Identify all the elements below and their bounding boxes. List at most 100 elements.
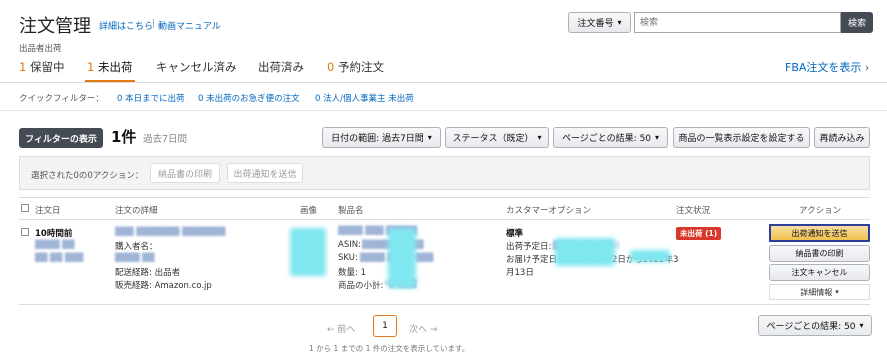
quick-filter-text: 本日までに出荷: [125, 94, 185, 104]
tab-unshipped[interactable]: 1 未出荷: [87, 59, 132, 75]
quick-filter-business[interactable]: 0 法人/個人事業主 未出荷: [315, 92, 414, 104]
more-details-button[interactable]: 詳細情報 ▾: [769, 284, 870, 300]
chevron-down-icon: ▾: [537, 133, 542, 142]
display-settings-button[interactable]: 商品の一覧表示設定を設定する: [673, 127, 810, 148]
details-link[interactable]: 詳細はこちら: [99, 19, 153, 32]
bottom-results-per-page-label: ページごとの結果: 50: [766, 322, 856, 332]
pagination-next[interactable]: 次へ →: [409, 322, 437, 335]
shipping-type: 標準: [506, 229, 524, 239]
sku-label: SKU:: [338, 253, 358, 263]
deliver-redaction: [630, 250, 670, 262]
more-details-label: 詳細情報: [800, 287, 833, 297]
results-per-page-select[interactable]: ページごとの結果: 50 ▾: [553, 127, 668, 148]
subtotal-label: 商品の小計:: [338, 281, 384, 291]
tab-preorder[interactable]: 0 予約注文: [327, 59, 384, 75]
cancel-order-button[interactable]: 注文キャンセル: [769, 264, 870, 281]
select-all-checkbox[interactable]: [21, 204, 29, 212]
search-input[interactable]: [634, 12, 841, 33]
header-image: 画像: [300, 206, 318, 216]
reload-button[interactable]: 再読み込み: [814, 127, 870, 148]
arrow-right-icon: →: [429, 325, 438, 335]
table-header-divider: [19, 197, 870, 198]
ship-service: 配送経路: 出品者: [115, 268, 181, 278]
product-image: [290, 228, 326, 276]
row-checkbox[interactable]: [21, 228, 29, 236]
date-range-label: 日付の範囲: 過去7日間: [331, 134, 424, 144]
search-type-select[interactable]: 注文番号 ▾: [568, 12, 631, 33]
tab-count: 1: [19, 60, 27, 74]
show-filter-button[interactable]: フィルターの表示: [19, 128, 103, 148]
prev-label: 前へ: [337, 325, 356, 335]
deliver-by-end: 月13日: [506, 268, 534, 278]
tab-pending[interactable]: 1 保留中: [19, 59, 64, 75]
chevron-down-icon: ▾: [655, 133, 660, 142]
header-product-name: 製品名: [338, 206, 364, 216]
order-date: 10時間前: [35, 229, 73, 239]
bottom-results-per-page-select[interactable]: ページごとの結果: 50 ▾: [758, 315, 872, 336]
tab-label: 未出荷: [97, 60, 133, 74]
tab-label: 出荷済み: [258, 60, 304, 74]
order-period: 過去7日間: [143, 134, 188, 145]
header-action: アクション: [799, 206, 842, 216]
pagination-prev[interactable]: ← 前へ: [327, 322, 355, 335]
bulk-action-label: 選択された0の0アクション：: [31, 171, 144, 181]
results-summary: 1 から 1 までの 1 件の注文を表示しています。: [309, 344, 470, 353]
tab-shipped[interactable]: 出荷済み: [258, 59, 304, 75]
results-per-page-label: ページごとの結果: 50: [561, 134, 652, 144]
bulk-action-bar: [19, 156, 870, 190]
header-customer-option: カスタマーオプション: [506, 206, 592, 216]
tab-cancelled[interactable]: キャンセル済み: [156, 59, 237, 75]
print-packing-slip-button[interactable]: 納品書の印刷: [769, 245, 870, 262]
quick-filter-divider: [0, 110, 887, 111]
order-count: 1件: [111, 128, 137, 146]
page-subtitle: 出品者出荷: [19, 44, 62, 54]
tab-label: 保留中: [29, 60, 65, 74]
ship-by-label: 出荷予定日:: [506, 242, 552, 252]
header-order-date: 注文日: [35, 206, 61, 216]
tabs-divider: [0, 82, 887, 83]
tab-label: キャンセル済み: [156, 60, 237, 74]
fba-orders-link[interactable]: FBA注文を表示 ›: [785, 59, 869, 75]
quick-filter-express[interactable]: 0 未出荷のお急ぎ便の注文: [198, 92, 300, 104]
order-date-detail: ████ ██: [35, 240, 75, 249]
arrow-left-icon: ←: [327, 325, 335, 335]
header-order-status: 注文状況: [676, 206, 711, 216]
quick-filter-text: 未出荷のお急ぎ便の注文: [206, 94, 300, 104]
quick-filter-today[interactable]: 0 本日までに出荷: [117, 92, 185, 104]
quick-filter-text: 法人/個人事業主 未出荷: [323, 94, 414, 104]
search-type-label: 注文番号: [577, 19, 614, 29]
order-time-detail: ██:██ ███: [35, 253, 84, 262]
header-order-details: 注文の詳細: [115, 206, 158, 216]
link-separator: |: [152, 19, 156, 29]
buyer-name-link[interactable]: ████ ██: [115, 253, 154, 262]
pagination-current-page[interactable]: 1: [373, 315, 397, 337]
order-id-link[interactable]: ███-███████-███████: [115, 227, 225, 236]
quantity: 数量: 1: [338, 268, 366, 278]
fba-link-label: FBA注文を表示: [785, 61, 862, 74]
search-button[interactable]: 検索: [841, 12, 873, 33]
table-bottom-divider: [19, 304, 870, 305]
chevron-right-icon: ›: [864, 61, 870, 74]
bulk-print-button[interactable]: 納品書の印刷: [150, 163, 220, 183]
status-badge: 未出荷 (1): [676, 227, 722, 240]
quick-filter-label: クイックフィルター：: [19, 94, 104, 104]
quick-filter-count: 0: [117, 94, 123, 104]
asin-label: ASIN:: [338, 240, 361, 250]
table-header-bottom: [19, 219, 870, 220]
chevron-down-icon: ▾: [835, 288, 839, 296]
tab-count: 1: [87, 60, 95, 74]
buyer-label: 購入者名：: [115, 242, 158, 252]
product-redaction: [388, 228, 416, 288]
quick-filter-count: 0: [198, 94, 204, 104]
quick-filter-count: 0: [315, 94, 321, 104]
bulk-ship-button[interactable]: 出荷通知を送信: [227, 163, 303, 183]
chevron-down-icon: ▾: [617, 18, 622, 27]
ship-confirmation-button[interactable]: 出荷通知を送信: [769, 224, 870, 242]
tab-label: 予約注文: [337, 60, 384, 74]
chevron-down-icon: ▾: [427, 133, 432, 142]
date-range-select[interactable]: 日付の範囲: 過去7日間 ▾: [322, 127, 441, 148]
chevron-down-icon: ▾: [859, 321, 864, 330]
video-manual-link[interactable]: 動画マニュアル: [158, 19, 221, 32]
sales-channel: 販売経路: Amazon.co.jp: [115, 281, 212, 291]
status-select[interactable]: ステータス（既定） ▾: [445, 127, 549, 148]
